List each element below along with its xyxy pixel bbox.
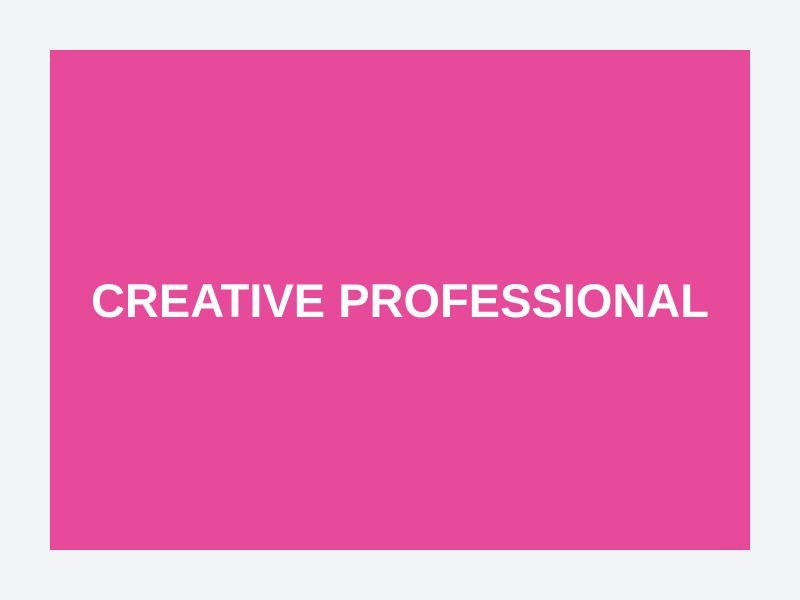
page: CREATIVE PROFESSIONAL: [0, 0, 800, 600]
banner-title: CREATIVE PROFESSIONAL: [90, 273, 710, 327]
banner-card: CREATIVE PROFESSIONAL: [50, 50, 750, 550]
